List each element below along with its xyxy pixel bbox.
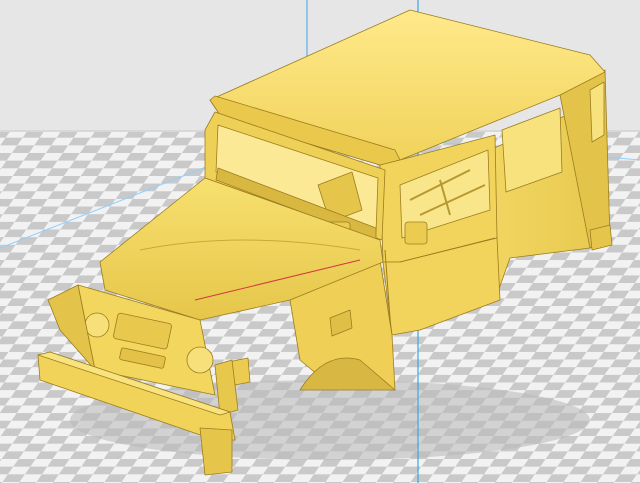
3d-viewport[interactable] [0, 0, 640, 483]
rear-corner-window [589, 81, 605, 143]
headlight-right [186, 346, 214, 374]
viewport-scene[interactable] [0, 0, 640, 483]
side-mirror-right [404, 221, 428, 245]
headlight-left [84, 312, 110, 338]
bumper-end-right [199, 427, 233, 476]
